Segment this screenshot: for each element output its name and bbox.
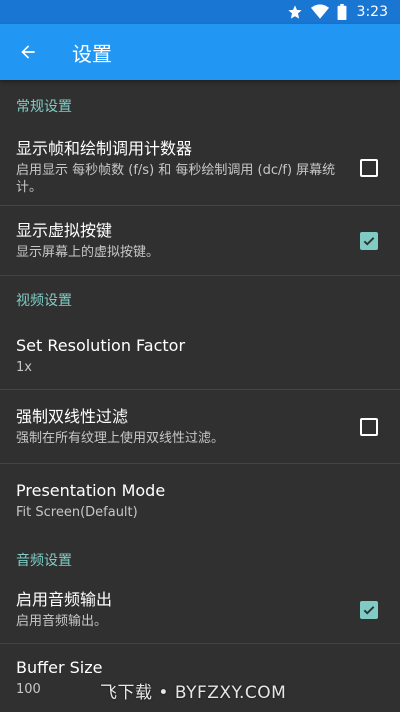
pref-virtual-buttons[interactable]: 显示虚拟按键 显示屏幕上的虚拟按键。	[0, 206, 400, 276]
clock: 3:23	[356, 4, 388, 20]
virtual-buttons-checkbox[interactable]	[360, 231, 378, 250]
check-icon	[363, 236, 375, 246]
battery-icon	[337, 4, 346, 20]
pref-title: Presentation Mode	[16, 481, 166, 500]
pref-summary: Fit Screen(Default)	[16, 505, 138, 520]
pref-presentation-mode[interactable]: Presentation Mode Fit Screen(Default)	[0, 464, 400, 538]
pref-resolution-factor[interactable]: Set Resolution Factor 1x	[0, 322, 400, 390]
pref-summary: 强制在所有纹理上使用双线性过滤。	[16, 430, 225, 446]
pref-title: 显示虚拟按键	[16, 220, 113, 240]
pref-title: 显示帧和绘制调用计数器	[16, 139, 193, 158]
pref-title: Set Resolution Factor	[16, 335, 186, 355]
back-button[interactable]	[0, 24, 56, 80]
settings-list[interactable]: 常规设置 显示帧和绘制调用计数器 启用显示 每秒帧数 (f/s) 和 每秒绘制调…	[0, 80, 400, 712]
category-audio: 音频设置	[16, 553, 72, 569]
pref-fps-counter[interactable]: 显示帧和绘制调用计数器 启用显示 每秒帧数 (f/s) 和 每秒绘制调用 (dc…	[0, 130, 400, 206]
pref-summary: 显示屏幕上的虚拟按键。	[16, 244, 160, 260]
page-title: 设置	[72, 41, 112, 66]
app-bar: 设置	[0, 24, 400, 80]
status-bar: 3:23	[0, 0, 400, 24]
bilinear-filter-checkbox[interactable]	[360, 417, 378, 436]
pref-audio-output[interactable]: 启用音频输出 启用音频输出。	[0, 576, 400, 644]
category-general: 常规设置	[16, 99, 72, 115]
watermark: 飞下载 • BYFZXY.COM	[100, 683, 287, 703]
category-video: 视频设置	[16, 293, 72, 309]
fps-counter-checkbox[interactable]	[360, 158, 378, 177]
audio-output-checkbox[interactable]	[360, 600, 378, 619]
wifi-icon	[310, 4, 329, 19]
arrow-back-icon	[21, 45, 35, 59]
pref-bilinear-filter[interactable]: 强制双线性过滤 强制在所有纹理上使用双线性过滤。	[0, 390, 400, 464]
pref-title: Buffer Size	[16, 658, 103, 677]
pref-title: 强制双线性过滤	[16, 406, 129, 426]
pref-summary: 1x	[16, 359, 32, 375]
pref-summary: 启用显示 每秒帧数 (f/s) 和 每秒绘制调用 (dc/f) 屏幕统计。	[16, 163, 336, 195]
pref-summary: 启用音频输出。	[16, 613, 108, 629]
check-icon	[363, 605, 375, 615]
star-icon	[287, 5, 302, 19]
pref-title: 启用音频输出	[16, 589, 113, 609]
